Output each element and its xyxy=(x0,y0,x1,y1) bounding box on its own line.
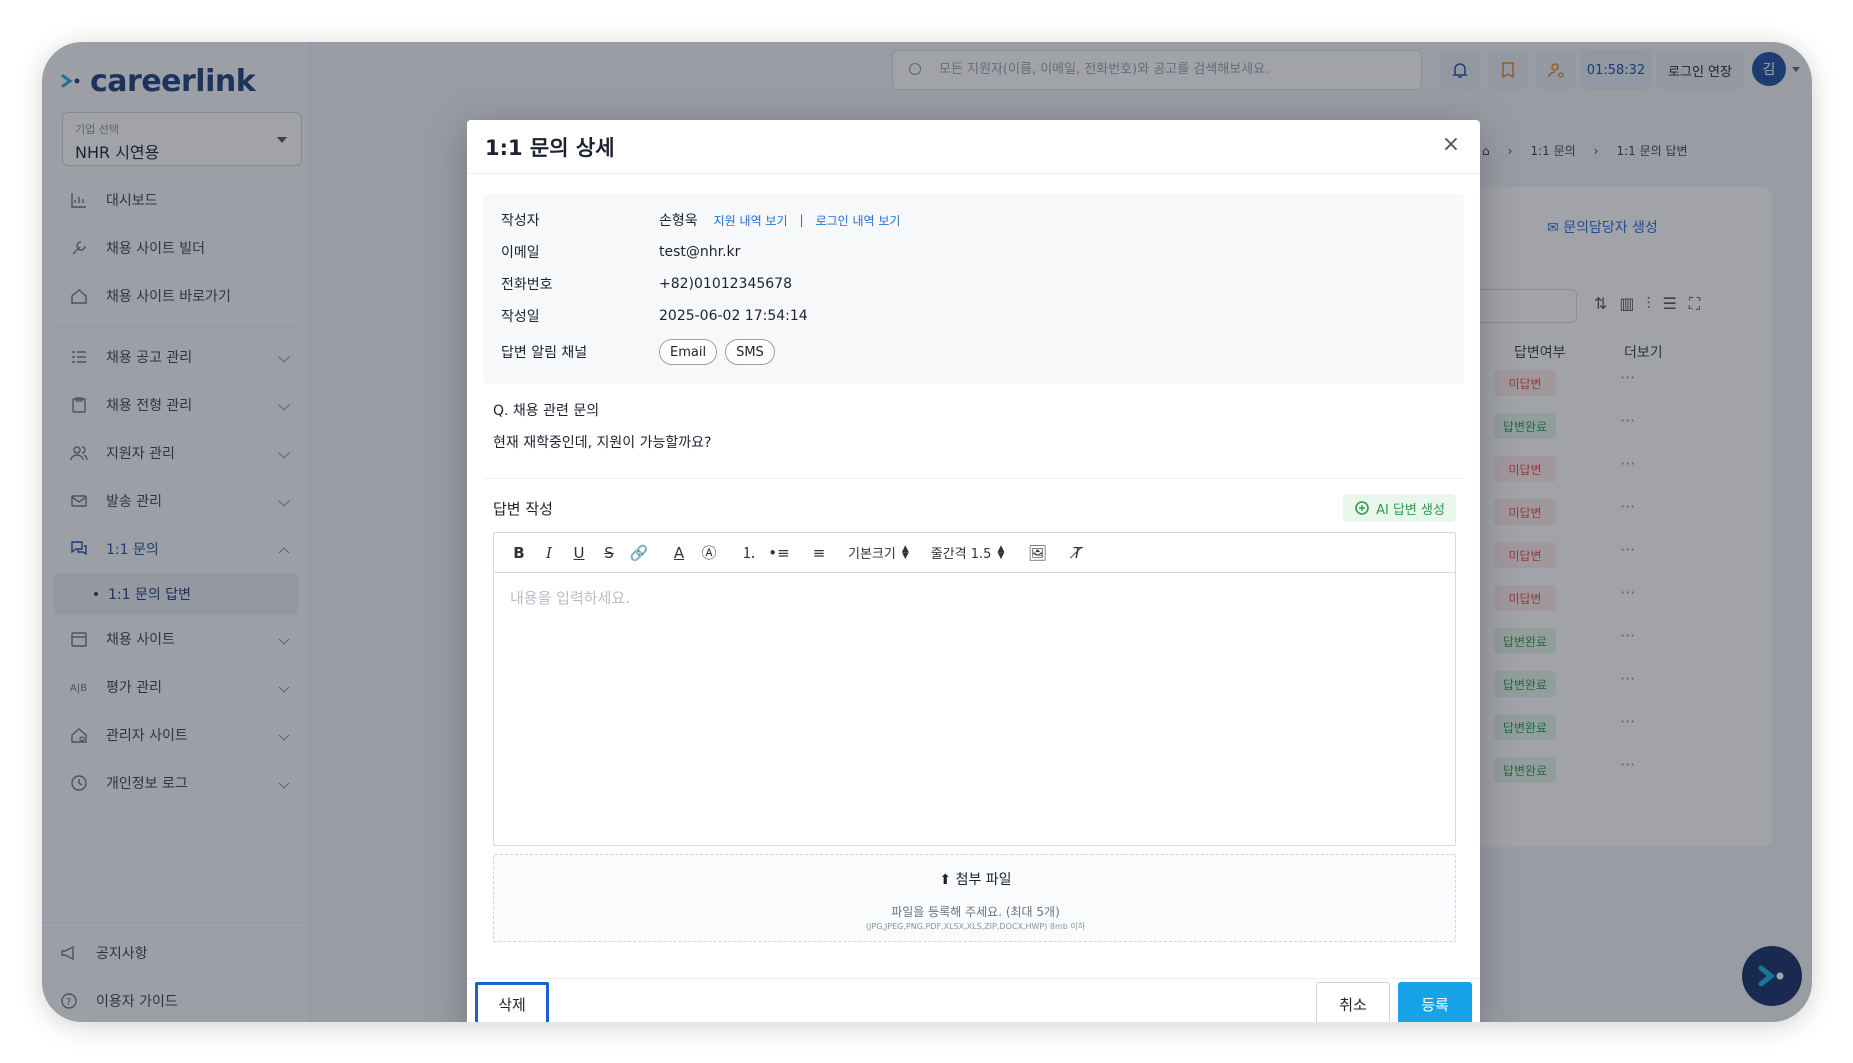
clear-format-icon[interactable]: T̸ xyxy=(1066,541,1088,565)
line-spacing-value: 줄간격 1.5 xyxy=(930,547,992,562)
ai-icon xyxy=(1355,501,1369,515)
question-divider xyxy=(483,478,1464,479)
login-history-link[interactable]: 로그인 내역 보기 xyxy=(816,212,901,229)
delete-button[interactable]: 삭제 xyxy=(475,982,549,1022)
highlight-icon[interactable]: Ⓐ xyxy=(698,541,720,565)
ordered-list-icon[interactable]: ⒈ xyxy=(738,541,760,565)
question-body: 현재 재학중인데, 지원이 가능할까요? xyxy=(493,435,712,451)
font-size-select[interactable]: 기본크기 ▲ ▼ xyxy=(848,543,909,562)
author-label: 작성자 xyxy=(501,213,540,229)
email-label: 이메일 xyxy=(501,245,540,261)
upload-title: ⬆ 첨부 파일 xyxy=(494,869,1457,889)
modal-title: 1:1 문의 상세 xyxy=(485,136,615,160)
upload-types: (JPG,JPEG,PNG,PDF,XLSX,XLS,ZIP,DOCX,HWP)… xyxy=(865,922,1086,931)
channel-chip-email: Email xyxy=(659,339,718,365)
updown-icon: ▲ ▼ xyxy=(901,543,909,561)
link-separator: | xyxy=(799,213,804,227)
upload-title-text: 첨부 파일 xyxy=(955,872,1012,888)
question-title: Q. 채용 관련 문의 xyxy=(493,403,600,419)
font-size-value: 기본크기 xyxy=(848,547,896,562)
modal-header-divider xyxy=(467,173,1480,174)
date-value: 2025-06-02 17:54:14 xyxy=(659,308,808,324)
font-color-icon[interactable]: A xyxy=(668,541,690,565)
ai-answer-button[interactable]: AI 답변 생성 xyxy=(1343,494,1456,522)
screen-frame: careerlink 기업 선택 NHR 시연용 대시보드 채용 사이트 빌더 xyxy=(42,42,1812,1022)
channel-label: 답변 알림 채널 xyxy=(501,345,588,361)
strikethrough-icon[interactable]: S xyxy=(598,541,620,565)
editor-toolbar: B I U S 🔗 A Ⓐ ⒈ •≡ ≡ 기본크기 ▲ ▼ 줄간격 1.5 ▲ ▼ … xyxy=(494,533,1455,573)
image-icon[interactable]: 🖼 xyxy=(1026,541,1048,565)
updown-icon: ▲ ▼ xyxy=(997,543,1005,561)
author-value: 손형욱 xyxy=(659,213,698,229)
author-row: 작성자 손형욱 지원 내역 보기 | 로그인 내역 보기 xyxy=(501,208,900,232)
date-label: 작성일 xyxy=(501,309,540,325)
align-icon[interactable]: ≡ xyxy=(808,541,830,565)
inquiry-detail-modal: 1:1 문의 상세 × 작성자 손형욱 지원 내역 보기 | 로그인 내역 보기… xyxy=(467,120,1480,1022)
answer-label: 답변 작성 xyxy=(493,500,553,518)
answer-textarea[interactable]: 내용을 입력하세요. xyxy=(510,587,630,608)
submit-button[interactable]: 등록 xyxy=(1398,982,1472,1022)
upload-icon: ⬆ xyxy=(939,872,956,888)
phone-value: +82)01012345678 xyxy=(659,276,792,292)
italic-icon[interactable]: I xyxy=(538,541,560,565)
date-row: 작성일 2025-06-02 17:54:14 xyxy=(501,304,808,328)
bullet-list-icon[interactable]: •≡ xyxy=(768,541,790,565)
line-spacing-select[interactable]: 줄간격 1.5 ▲ ▼ xyxy=(931,543,1005,562)
ai-answer-label: AI 답변 생성 xyxy=(1376,502,1445,518)
file-upload-area[interactable]: ⬆ 첨부 파일 파일을 등록해 주세요. (최대 5개) (JPG,JPEG,P… xyxy=(493,854,1456,942)
link-icon[interactable]: 🔗 xyxy=(628,541,650,565)
underline-icon[interactable]: U xyxy=(568,541,590,565)
channel-row: 답변 알림 채널 Email SMS xyxy=(501,338,783,366)
cancel-button[interactable]: 취소 xyxy=(1316,982,1390,1022)
phone-row: 전화번호 +82)01012345678 xyxy=(501,272,792,296)
answer-editor: B I U S 🔗 A Ⓐ ⒈ •≡ ≡ 기본크기 ▲ ▼ 줄간격 1.5 ▲ ▼ … xyxy=(493,532,1456,846)
email-value: test@nhr.kr xyxy=(659,244,741,260)
close-icon[interactable]: × xyxy=(1440,134,1462,156)
inquiry-info-box: 작성자 손형욱 지원 내역 보기 | 로그인 내역 보기 이메일 test@nh… xyxy=(483,194,1464,384)
email-row: 이메일 test@nhr.kr xyxy=(501,240,740,264)
phone-label: 전화번호 xyxy=(501,277,553,293)
channel-chip-sms: SMS xyxy=(725,339,775,365)
apply-history-link[interactable]: 지원 내역 보기 xyxy=(714,212,788,229)
bold-icon[interactable]: B xyxy=(508,541,530,565)
upload-hint: 파일을 등록해 주세요. (최대 5개) xyxy=(891,905,1060,919)
